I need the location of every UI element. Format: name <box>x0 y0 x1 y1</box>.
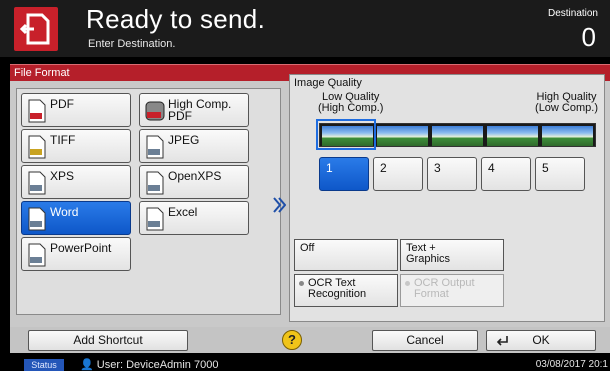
format-button-jpeg[interactable]: JPEG <box>139 129 249 163</box>
user-info: 👤 User: DeviceAdmin 7000 <box>80 358 218 371</box>
quality-preview-4 <box>487 126 538 146</box>
user-label: User: DeviceAdmin 7000 <box>96 359 219 371</box>
send-screen: Ready to send. Enter Destination. Destin… <box>0 0 610 371</box>
tiff-file-icon <box>28 135 46 159</box>
low-quality-label: Low Quality (High Comp.) <box>318 92 383 114</box>
status-bar: Status 👤 User: DeviceAdmin 7000 03/08/20… <box>0 357 610 371</box>
high-quality-label: High Quality (Low Comp.) <box>535 92 598 114</box>
enter-icon <box>496 336 508 346</box>
low-quality-line-2: (High Comp.) <box>318 102 384 114</box>
powerpoint-file-icon <box>28 243 46 267</box>
chevron-right-icon <box>273 197 286 213</box>
indicator-icon <box>299 280 304 286</box>
quality-preview-2 <box>377 126 428 146</box>
add-shortcut-button[interactable]: Add Shortcut <box>28 330 188 351</box>
format-list: PDF High Comp. PDF TIFF JPEG XPS OpenXPS… <box>16 88 281 315</box>
excel-file-icon <box>146 207 164 231</box>
quality-preview-highlight <box>316 119 376 150</box>
format-button-openxps[interactable]: OpenXPS <box>139 165 249 199</box>
format-label: Excel <box>168 205 198 219</box>
file-format-panel: File Format PDF High Comp. PDF TIFF JPEG <box>10 64 610 327</box>
quality-level-4[interactable]: 4 <box>481 157 531 191</box>
cancel-button[interactable]: Cancel <box>372 330 478 351</box>
format-button-pdf[interactable]: PDF <box>21 93 131 127</box>
ocr-output-line-2: Format <box>414 288 449 300</box>
ocr-off-button[interactable]: Off <box>294 239 398 271</box>
pdf-file-icon <box>28 99 46 123</box>
format-label: TIFF <box>50 133 76 147</box>
format-label: High Comp. PDF <box>168 97 232 123</box>
panel-title: File Format <box>14 67 70 79</box>
ocr-text-recognition-button[interactable]: OCR Text Recognition <box>294 274 398 307</box>
status-subtitle: Enter Destination. <box>88 38 176 50</box>
user-icon: 👤 <box>80 359 94 371</box>
high-quality-line-2: (Low Comp.) <box>535 102 598 114</box>
quality-level-1[interactable]: 1 <box>319 157 369 191</box>
format-label: PDF <box>50 97 74 111</box>
status-tab[interactable]: Status <box>24 359 64 371</box>
xps-file-icon <box>28 171 46 195</box>
image-quality-title: Image Quality <box>294 77 362 89</box>
ocr-off-label: Off <box>300 242 315 254</box>
ocr-text-line-2: Recognition <box>308 288 367 300</box>
destination-label: Destination <box>547 8 598 19</box>
format-button-tiff[interactable]: TIFF <box>21 129 131 163</box>
format-button-high-comp-pdf[interactable]: High Comp. PDF <box>139 93 249 127</box>
help-icon[interactable]: ? <box>282 330 302 350</box>
ocr-output-format-button[interactable]: OCR Output Format <box>400 274 504 307</box>
high-comp-pdf-file-icon <box>145 101 165 121</box>
ok-button[interactable]: OK <box>486 330 596 351</box>
format-button-word[interactable]: Word <box>21 201 131 235</box>
send-document-icon <box>14 7 58 51</box>
format-button-powerpoint[interactable]: PowerPoint <box>21 237 131 271</box>
word-file-icon <box>28 207 46 231</box>
quality-level-3[interactable]: 3 <box>427 157 477 191</box>
header-bar: Ready to send. Enter Destination. Destin… <box>0 0 610 57</box>
format-label: JPEG <box>168 133 200 147</box>
status-title: Ready to send. <box>86 4 266 34</box>
text-graphics-line-2: Graphics <box>406 253 451 265</box>
quality-preview-3 <box>432 126 483 146</box>
quality-level-5[interactable]: 5 <box>535 157 585 191</box>
bottom-action-bar: Add Shortcut ? Cancel OK <box>10 327 610 353</box>
format-button-xps[interactable]: XPS <box>21 165 131 199</box>
format-button-excel[interactable]: Excel <box>139 201 249 235</box>
image-quality-section: Image Quality Low Quality (High Comp.) H… <box>289 74 605 322</box>
jpeg-file-icon <box>146 135 164 159</box>
format-label: Word <box>50 205 79 219</box>
quality-level-2[interactable]: 2 <box>373 157 423 191</box>
openxps-file-icon <box>146 171 164 195</box>
indicator-icon <box>405 280 410 286</box>
format-label: PowerPoint <box>50 241 112 255</box>
format-label: OpenXPS <box>168 169 222 183</box>
date-time: 03/08/2017 20:1 <box>535 359 608 370</box>
text-graphics-button[interactable]: Text + Graphics <box>400 239 504 271</box>
format-label: XPS <box>50 169 75 183</box>
quality-preview-5 <box>542 126 593 146</box>
ok-label: OK <box>532 333 550 347</box>
destination-count: 0 <box>581 22 596 52</box>
